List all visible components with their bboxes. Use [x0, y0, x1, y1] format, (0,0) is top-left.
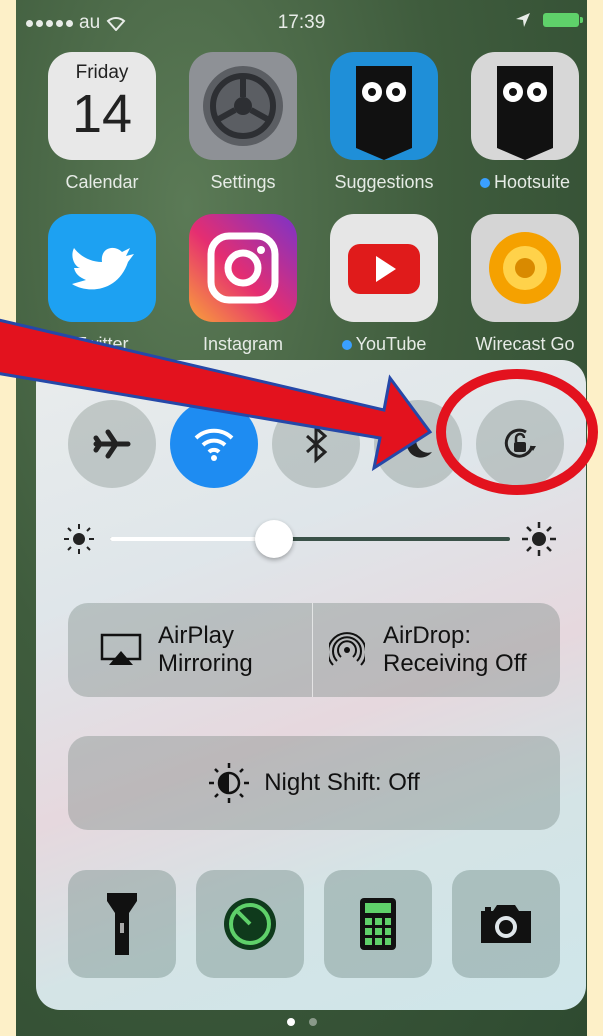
app-instagram[interactable]: Instagram: [188, 214, 298, 355]
night-shift-label: Night Shift: Off: [264, 769, 420, 797]
brightness-slider[interactable]: [110, 520, 510, 558]
app-label: Settings: [210, 172, 276, 192]
app-label-text: YouTube: [355, 334, 427, 354]
play-icon: [330, 214, 438, 322]
camera-glyph-icon: [189, 214, 297, 322]
battery-icon: [543, 13, 583, 27]
flashlight-button[interactable]: [68, 870, 176, 978]
calculator-icon: [360, 898, 396, 950]
bird-icon: [48, 214, 156, 322]
timer-icon: [224, 898, 276, 950]
control-center: AirPlay Mirroring AirDrop: Receiving Off…: [36, 360, 586, 1010]
night-shift-button[interactable]: Night Shift: Off: [68, 736, 560, 830]
airdrop-label-line1: AirDrop:: [383, 622, 472, 650]
airplay-icon: [100, 633, 142, 665]
app-twitter[interactable]: Twitter: [47, 214, 157, 355]
airdrop-icon: [329, 632, 365, 666]
rotation-lock-toggle[interactable]: [476, 400, 564, 488]
do-not-disturb-toggle[interactable]: [374, 400, 462, 488]
calendar-icon: Friday 14: [48, 52, 156, 160]
status-bar: au 17:39: [16, 0, 587, 44]
page-indicator: [16, 1018, 587, 1026]
moon-icon: [406, 429, 432, 458]
app-label: Instagram: [202, 334, 284, 354]
owl-icon: [471, 52, 579, 160]
app-label-text: Hootsuite: [493, 172, 571, 192]
phone-screen: au 17:39 Friday 14 Calendar Settings Sug…: [16, 0, 587, 1036]
app-wirecast-go[interactable]: Wirecast Go: [470, 214, 580, 355]
wifi-icon: [194, 428, 234, 461]
bluetooth-icon: [306, 424, 328, 464]
airplay-label-line2: Mirroring: [158, 650, 253, 677]
brightness-fill: [110, 537, 274, 541]
location-icon: [516, 13, 530, 27]
airplay-mirroring-button[interactable]: AirPlay Mirroring: [68, 603, 313, 697]
brightness-knob[interactable]: [255, 520, 293, 558]
gear-icon: [189, 52, 297, 160]
camera-icon: [481, 905, 531, 943]
calendar-date: 14: [71, 84, 133, 144]
camera-button[interactable]: [452, 870, 560, 978]
owl-icon: [330, 52, 438, 160]
brightness-high-icon: [522, 522, 556, 556]
bluetooth-toggle[interactable]: [272, 400, 360, 488]
app-youtube[interactable]: YouTube: [329, 214, 439, 355]
brightness-low-icon: [64, 524, 94, 554]
app-label: Hootsuite: [470, 172, 580, 193]
flashlight-icon: [107, 893, 137, 955]
update-dot-icon: [479, 178, 490, 188]
app-label: Wirecast Go: [475, 334, 575, 354]
timer-button[interactable]: [196, 870, 304, 978]
wirecast-logo-icon: [471, 214, 579, 322]
app-label: Twitter: [75, 334, 129, 354]
app-label: Suggestions: [334, 172, 434, 192]
app-calendar[interactable]: Friday 14 Calendar: [47, 52, 157, 193]
calculator-button[interactable]: [324, 870, 432, 978]
app-label: YouTube: [329, 334, 439, 355]
status-right: [515, 12, 583, 28]
status-time: 17:39: [277, 12, 326, 33]
airplay-airdrop-panel: AirPlay Mirroring AirDrop: Receiving Off: [68, 603, 560, 697]
airdrop-label-line2: Receiving Off: [383, 650, 527, 677]
app-label: Calendar: [65, 172, 139, 192]
app-hootsuite[interactable]: Hootsuite: [470, 52, 580, 193]
app-settings[interactable]: Settings: [188, 52, 298, 193]
airplane-mode-toggle[interactable]: [68, 400, 156, 488]
airdrop-button[interactable]: AirDrop: Receiving Off: [313, 603, 560, 697]
night-shift-icon: [209, 763, 250, 803]
app-suggestions[interactable]: Suggestions: [329, 52, 439, 193]
calendar-day: Friday: [75, 62, 129, 83]
wifi-toggle[interactable]: [170, 400, 258, 488]
update-dot-icon: [341, 340, 352, 350]
airplay-label-line1: AirPlay: [158, 622, 235, 650]
airplane-icon: [93, 429, 131, 459]
rotation-lock-icon: [504, 428, 536, 458]
